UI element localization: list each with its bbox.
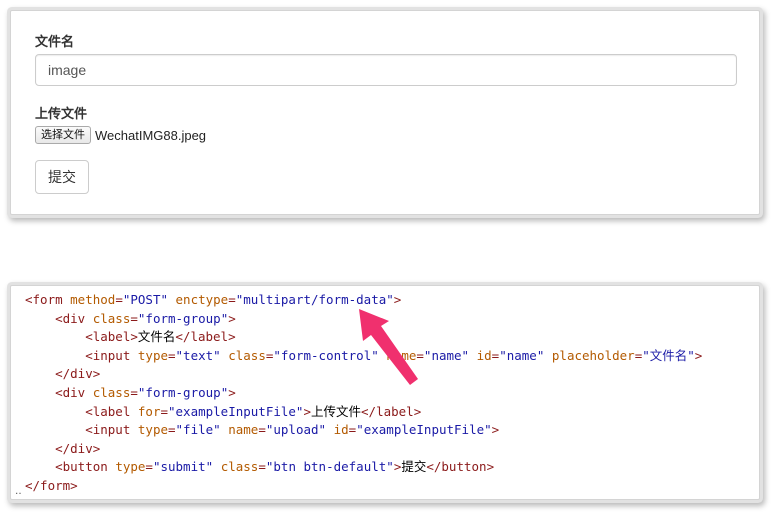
- code-line: <input type="file" name="upload" id="exa…: [25, 421, 702, 440]
- code-token: =: [168, 422, 176, 438]
- code-token: class: [92, 384, 131, 400]
- code-token: "POST": [122, 292, 168, 307]
- code-token: method: [70, 292, 116, 307]
- resize-dots: ‥: [15, 486, 22, 497]
- upload-form-panel: 文件名 上传文件 选择文件 WechatIMG88.jpeg 提交: [10, 10, 760, 215]
- submit-button[interactable]: 提交: [35, 160, 89, 194]
- code-token: =: [130, 310, 138, 326]
- code-token: <button: [25, 459, 116, 475]
- code-token: </form>: [25, 477, 78, 493]
- code-token: "submit": [152, 459, 214, 475]
- code-token: type: [137, 347, 168, 363]
- file-picker: 选择文件 WechatIMG88.jpeg: [35, 126, 206, 144]
- code-token: =: [168, 347, 176, 363]
- code-token: >: [393, 292, 402, 307]
- code-token: "btn btn-default": [265, 459, 394, 475]
- code-token: >: [491, 422, 500, 438]
- code-token: =: [416, 347, 424, 363]
- code-token: </label>: [361, 403, 422, 419]
- code-token: 提交: [401, 459, 427, 475]
- code-line: <input type="text" class="form-control" …: [25, 347, 702, 366]
- code-line: </div>: [25, 440, 702, 459]
- code-line: <div class="form-group">: [25, 310, 702, 329]
- code-block: <form method="POST" enctype="multipart/f…: [25, 291, 702, 496]
- code-token: </div>: [25, 366, 101, 382]
- code-token: enctype: [175, 292, 229, 307]
- code-line: <form method="POST" enctype="multipart/f…: [25, 291, 702, 310]
- code-token: >: [694, 347, 703, 363]
- code-token: "text": [175, 347, 221, 363]
- code-token: =: [258, 459, 266, 475]
- code-token: =: [145, 459, 153, 475]
- code-token: =: [228, 292, 236, 307]
- code-line: <label>文件名</label>: [25, 328, 702, 347]
- upload-label: 上传文件: [35, 106, 88, 121]
- code-token: "文件名": [642, 347, 695, 363]
- code-token: "form-control": [273, 347, 379, 363]
- code-token: <form: [25, 292, 71, 307]
- code-line: <button type="submit" class="btn btn-def…: [25, 458, 702, 477]
- code-token: </button>: [426, 459, 495, 475]
- code-token: <label>: [25, 329, 138, 345]
- code-line: <label for="exampleInputFile">上传文件</labe…: [25, 403, 702, 422]
- filename-input[interactable]: [35, 54, 737, 86]
- code-token: "form-group": [137, 384, 229, 400]
- code-snippet-panel: <form method="POST" enctype="multipart/f…: [10, 285, 760, 500]
- code-token: <input: [25, 347, 138, 363]
- code-token: "file": [175, 422, 221, 438]
- code-token: </label>: [175, 329, 236, 345]
- code-token: >: [303, 403, 311, 419]
- code-line: </div>: [25, 365, 702, 384]
- code-token: <input: [25, 422, 138, 438]
- code-token: >: [228, 310, 236, 326]
- code-token: class: [220, 459, 259, 475]
- code-token: "form-group": [137, 310, 229, 326]
- code-token: "name": [423, 347, 470, 363]
- code-token: for: [137, 403, 161, 419]
- code-token: =: [130, 384, 138, 400]
- code-line: <div class="form-group">: [25, 384, 702, 403]
- code-token: 文件名: [137, 329, 176, 345]
- code-token: name: [386, 347, 417, 363]
- code-token: name: [228, 422, 259, 438]
- code-token: </div>: [25, 440, 101, 456]
- choose-file-button[interactable]: 选择文件: [35, 126, 91, 144]
- code-token: =: [258, 422, 266, 438]
- code-token: =: [115, 292, 123, 307]
- code-token: "multipart/form-data": [235, 292, 394, 307]
- code-token: "exampleInputFile": [356, 422, 492, 438]
- filename-label: 文件名: [35, 34, 75, 49]
- code-token: "name": [499, 347, 545, 363]
- code-token: class: [228, 347, 266, 363]
- code-token: placeholder: [551, 347, 635, 363]
- chosen-file-name: WechatIMG88.jpeg: [95, 127, 207, 143]
- code-token: type: [115, 459, 146, 475]
- code-line: </form>: [25, 477, 702, 496]
- code-token: <label: [25, 403, 138, 419]
- code-token: >: [228, 384, 236, 400]
- code-token: id: [333, 422, 349, 438]
- code-token: <div: [25, 384, 93, 400]
- code-token: "upload": [265, 422, 327, 438]
- code-token: type: [137, 422, 168, 438]
- code-token: <div: [25, 310, 93, 326]
- code-token: =: [160, 403, 168, 419]
- code-token: id: [476, 347, 492, 363]
- code-token: 上传文件: [311, 403, 362, 419]
- code-token: class: [92, 310, 131, 326]
- code-token: "exampleInputFile": [168, 403, 304, 419]
